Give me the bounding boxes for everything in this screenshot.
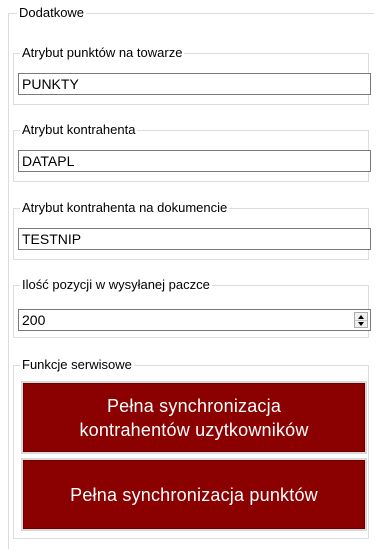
sync-points-button-label: Pełna synchronizacja punktów: [70, 484, 318, 505]
settings-panel: Dodatkowe Atrybut punktów na towarze PUN…: [0, 0, 376, 551]
batch-size-label: Ilość pozycji w wysyłanej paczce: [20, 277, 212, 293]
batch-size-spinner: [354, 312, 368, 328]
document-contractor-attribute-label: Atrybut kontrahenta na dokumencie: [20, 200, 230, 216]
sync-points-button[interactable]: Pełna synchronizacja punktów: [23, 460, 365, 529]
batch-size-value: 200: [22, 312, 46, 328]
product-points-attribute-input[interactable]: PUNKTY: [18, 73, 371, 95]
batch-size-numeric-input[interactable]: 200: [18, 309, 371, 331]
sync-contractors-button-line1: Pełna synchronizacja: [106, 395, 282, 416]
sync-contractors-button-line2: kontrahentów uzytkowników: [79, 419, 309, 440]
sync-contractors-button[interactable]: Pełna synchronizacja kontrahentów uzytko…: [23, 383, 365, 452]
spin-down-icon[interactable]: [355, 320, 367, 327]
contractor-attribute-label: Atrybut kontrahenta: [20, 122, 138, 138]
additional-settings-title: Dodatkowe: [17, 5, 87, 21]
product-points-attribute-label: Atrybut punktów na towarze: [20, 45, 185, 61]
service-functions-label: Funkcje serwisowe: [20, 357, 134, 373]
contractor-attribute-input[interactable]: DATAPL: [18, 150, 371, 172]
document-contractor-attribute-input[interactable]: TESTNIP: [18, 228, 371, 250]
